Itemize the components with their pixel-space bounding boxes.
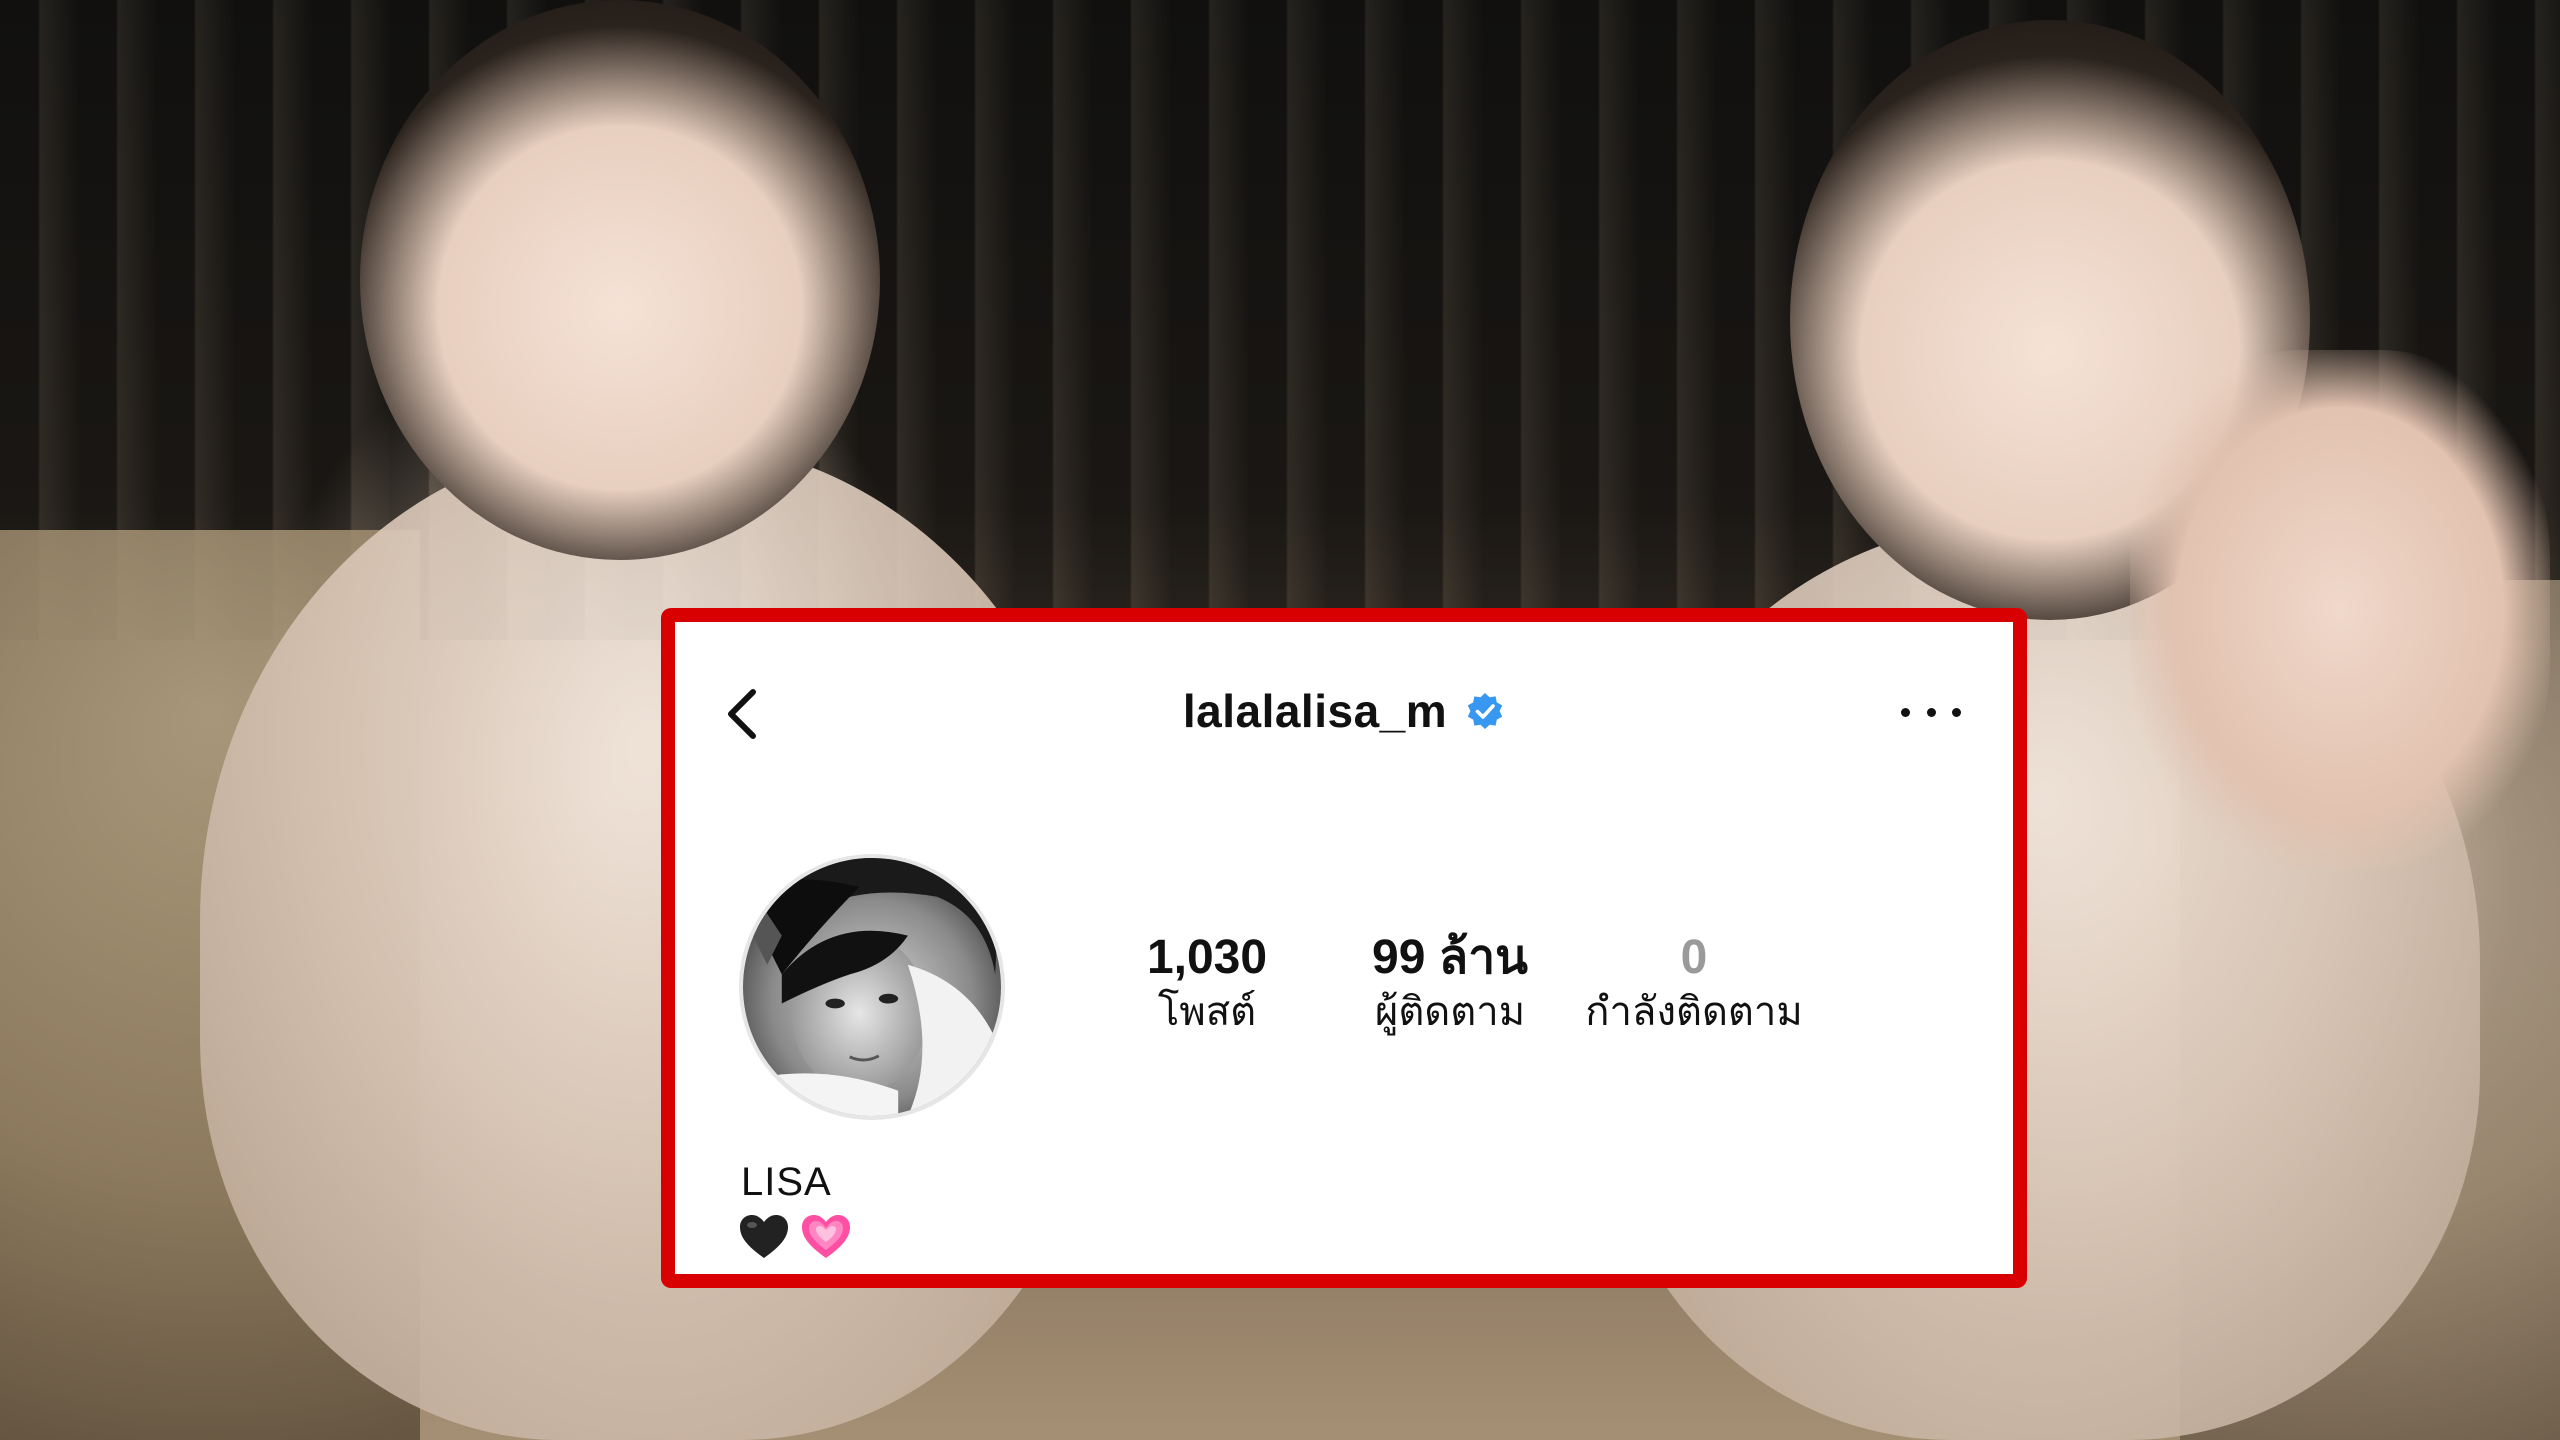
profile-username: lalalalisa_m [1182,685,1448,737]
profile-display-name: LISA [741,1160,832,1204]
stat-posts[interactable]: 1,030 โพสต์ [1097,930,1317,1036]
profile-header: lalalalisa_m [675,674,2013,754]
followers-count: 99 ล้าน [1372,931,1528,984]
black-heart-icon [740,1215,788,1258]
stat-followers[interactable]: 99 ล้าน ผู้ติดตาม [1320,930,1580,1036]
profile-card: lalalalisa_m 1,030 โพสต์ 99 ล้าน ผู้ติดต… [661,608,2027,1288]
followers-label: ผู้ติดตาม [1374,990,1526,1034]
more-options-button[interactable] [1901,702,1961,722]
following-count: 0 [1680,931,1708,984]
stat-following[interactable]: 0 กำลังติดตาม [1544,930,1844,1036]
profile-bio [737,1212,853,1262]
more-horizontal-icon [1901,707,1910,717]
username-container: lalalalisa_m [675,684,2013,738]
background-hands [2130,350,2550,870]
avatar-image [743,858,1001,1116]
posts-label: โพสต์ [1157,990,1257,1034]
profile-avatar[interactable] [739,854,1005,1120]
background-face-left [360,0,880,560]
verified-badge-icon [1465,691,1505,731]
more-horizontal-icon [1926,707,1936,717]
posts-count: 1,030 [1146,931,1268,984]
more-horizontal-icon [1952,707,1961,717]
background-photo: lalalalisa_m 1,030 โพสต์ 99 ล้าน ผู้ติดต… [0,0,2560,1440]
following-label: กำลังติดตาม [1585,990,1803,1034]
pink-heart-icon [802,1215,850,1258]
